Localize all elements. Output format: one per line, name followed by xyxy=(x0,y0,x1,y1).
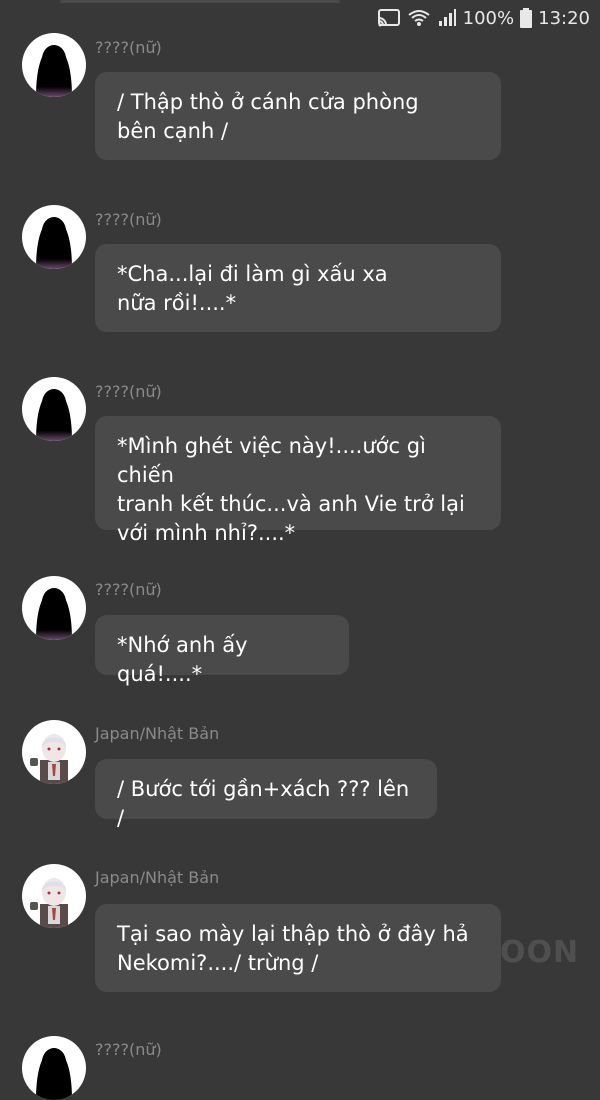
signal-icon xyxy=(437,8,457,28)
sender-name: ????(nữ) xyxy=(95,580,162,599)
top-divider xyxy=(60,0,340,3)
clock: 13:20 xyxy=(538,7,590,29)
sender-name: ????(nữ) xyxy=(95,382,162,401)
message-bubble[interactable]: Tại sao mày lại thập thò ở đây hả Nekomi… xyxy=(95,904,501,992)
avatar[interactable] xyxy=(22,205,86,269)
battery-percent: 100% xyxy=(462,7,515,29)
cast-icon xyxy=(377,8,401,28)
avatar[interactable] xyxy=(22,377,86,441)
avatar[interactable] xyxy=(22,864,86,928)
status-icons: 100% 13:20 xyxy=(377,6,590,30)
sender-name: ????(nữ) xyxy=(95,1040,162,1059)
avatar[interactable] xyxy=(22,33,86,97)
watermark: OON xyxy=(500,935,580,970)
sender-name: ????(nữ) xyxy=(95,38,162,57)
message-bubble[interactable]: / Thập thò ở cánh cửa phòng bên cạnh / xyxy=(95,72,501,160)
status-bar: 100% 13:20 xyxy=(0,0,600,36)
message-bubble[interactable]: *Cha...lại đi làm gì xấu xa nữa rồi!....… xyxy=(95,244,501,332)
battery-icon xyxy=(520,8,533,28)
sender-name: Japan/Nhật Bản xyxy=(95,724,220,743)
message-bubble[interactable]: / Bước tới gần+xách ??? lên / xyxy=(95,759,437,830)
avatar[interactable] xyxy=(22,1036,86,1100)
message-bubble[interactable]: *Nhớ anh ấy quá!....* xyxy=(95,615,349,686)
avatar[interactable] xyxy=(22,720,86,784)
sender-name: ????(nữ) xyxy=(95,210,162,229)
wifi-icon xyxy=(407,8,431,28)
avatar[interactable] xyxy=(22,576,86,640)
message-bubble[interactable]: *Mình ghét việc này!....ước gì chiến tra… xyxy=(95,416,501,545)
sender-name: Japan/Nhật Bản xyxy=(95,868,220,887)
